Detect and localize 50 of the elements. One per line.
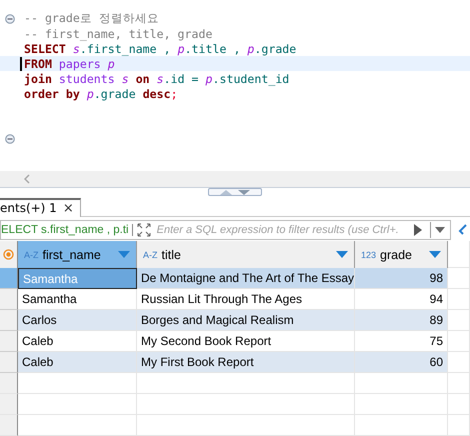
sort-caret-icon[interactable]: [336, 251, 348, 258]
row-header[interactable]: [0, 268, 18, 289]
sort-caret-icon[interactable]: [429, 251, 441, 258]
scroll-left-icon[interactable]: [24, 174, 30, 184]
dropdown-icon[interactable]: [435, 226, 445, 233]
table-cell: My First Book Report: [137, 352, 355, 373]
results-tab[interactable]: ents(+) 1 ×: [0, 198, 81, 217]
column-header[interactable]: A-Z title: [137, 241, 355, 268]
code-line: -- grade로 정렬하세요: [23, 11, 159, 26]
code-line: -- first_name, title, grade: [23, 26, 212, 40]
sort-caret-icon[interactable]: [118, 251, 130, 258]
row-header[interactable]: [0, 373, 18, 394]
table-cell: 60: [355, 352, 448, 373]
type-label: A-Z: [143, 250, 158, 260]
table-cell: 94: [355, 289, 448, 310]
table-cell: 98: [355, 268, 448, 289]
expand-icon[interactable]: [136, 222, 151, 237]
row-header[interactable]: [0, 331, 18, 352]
table-cell: 89: [355, 310, 448, 331]
row-header[interactable]: [0, 415, 18, 436]
type-label: 123: [361, 250, 376, 260]
table-cell: Borges and Magical Realism: [137, 310, 355, 331]
table-cell: Carlos: [18, 310, 137, 331]
table-cell: My Second Book Report: [137, 331, 355, 352]
code-line: join students s on s.id = p.student_id: [23, 72, 290, 86]
play-icon[interactable]: [414, 224, 422, 236]
splitter-handle[interactable]: [208, 188, 262, 196]
collapse-icon[interactable]: [5, 14, 15, 24]
table-cell: Caleb: [18, 352, 137, 373]
code-line: order by p.grade desc;: [23, 86, 178, 100]
table-cell: 75: [355, 331, 448, 352]
table-cell: Samantha: [18, 289, 137, 310]
table-cell: Samantha: [18, 268, 137, 289]
close-icon[interactable]: ×: [62, 200, 74, 216]
row-header[interactable]: [0, 394, 18, 415]
row-header[interactable]: [0, 310, 18, 331]
table-cell: Caleb: [18, 331, 137, 352]
table-cell: Russian Lit Through The Ages: [137, 289, 355, 310]
filter-bar[interactable]: ELECT s.first_name , p.ti Enter a SQL expression to filter results (use Ctrl+.: [0, 220, 451, 240]
row-header[interactable]: [0, 289, 18, 310]
code-line: FROM papers p: [20, 56, 115, 70]
code-line: SELECT s.first_name , p.title , p.grade: [23, 42, 296, 56]
row-header[interactable]: [0, 352, 18, 373]
table-cell: De Montaigne and The Art of The Essay: [137, 268, 355, 289]
record-icon[interactable]: [3, 249, 14, 260]
header-filler: [448, 241, 470, 268]
collapse-icon[interactable]: [5, 134, 15, 144]
column-header[interactable]: A-Z first_name: [18, 241, 137, 268]
type-label: A-Z: [24, 250, 38, 260]
column-header[interactable]: 123 grade: [355, 241, 448, 268]
